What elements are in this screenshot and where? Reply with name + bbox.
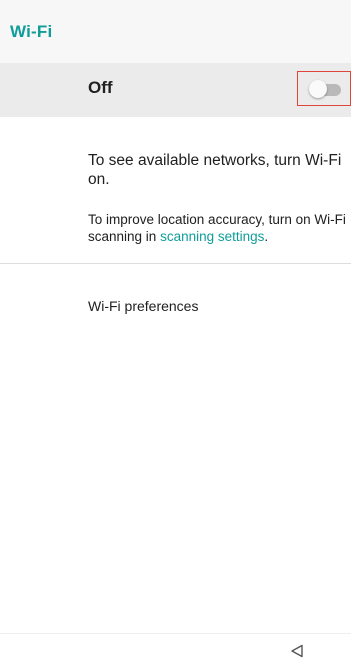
back-icon[interactable]	[290, 644, 304, 658]
wifi-off-message: To see available networks, turn Wi-Fi on…	[88, 152, 342, 188]
divider	[0, 263, 351, 264]
navigation-bar	[0, 633, 351, 663]
wifi-toggle-switch[interactable]	[309, 80, 327, 98]
location-accuracy-message: To improve location accuracy, turn on Wi…	[88, 211, 350, 245]
scanning-settings-link[interactable]: scanning settings	[160, 229, 264, 244]
wifi-settings-screen: Wi-Fi Off To see available networks, tur…	[0, 0, 351, 663]
wifi-toggle-highlight	[297, 71, 351, 106]
app-bar: Wi-Fi	[0, 0, 351, 63]
wifi-preferences-item[interactable]: Wi-Fi preferences	[0, 280, 351, 332]
page-title: Wi-Fi	[10, 22, 53, 41]
location-accuracy-suffix: .	[264, 229, 269, 244]
wifi-master-switch-label: Off	[88, 78, 113, 97]
wifi-master-switch-row[interactable]: Off	[0, 63, 351, 117]
wifi-preferences-label: Wi-Fi preferences	[88, 298, 199, 314]
